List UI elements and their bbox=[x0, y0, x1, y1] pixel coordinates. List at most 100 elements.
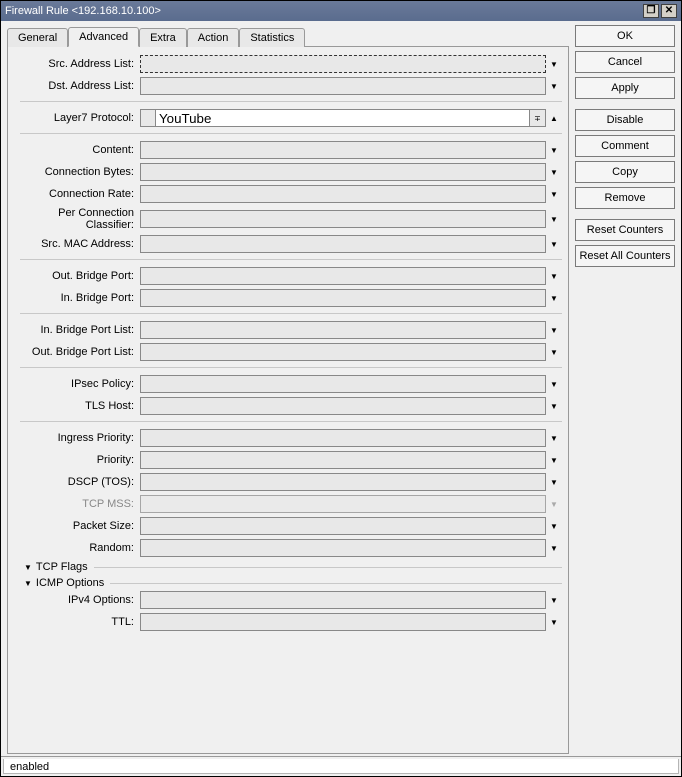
copy-button[interactable]: Copy bbox=[575, 161, 675, 183]
in-bridge-port-list-expand[interactable]: ▼ bbox=[546, 321, 562, 339]
packet-size-expand[interactable]: ▼ bbox=[546, 517, 562, 535]
priority-expand[interactable]: ▼ bbox=[546, 451, 562, 469]
layer7-protocol-input[interactable] bbox=[156, 109, 530, 127]
per-connection-classifier-label: Per Connection Classifier: bbox=[12, 207, 140, 231]
out-bridge-port-list-input[interactable] bbox=[140, 343, 546, 361]
content-label: Content: bbox=[12, 144, 140, 156]
tls-host-label: TLS Host: bbox=[12, 400, 140, 412]
random-label: Random: bbox=[12, 542, 140, 554]
out-bridge-port-label: Out. Bridge Port: bbox=[12, 270, 140, 282]
in-bridge-port-list-label: In. Bridge Port List: bbox=[12, 324, 140, 336]
window-titlebar: Firewall Rule <192.168.10.100> ❐ ✕ bbox=[1, 1, 681, 21]
content-input[interactable] bbox=[140, 141, 546, 159]
tab-extra[interactable]: Extra bbox=[139, 28, 187, 47]
src-mac-address-label: Src. MAC Address: bbox=[12, 238, 140, 250]
apply-button[interactable]: Apply bbox=[575, 77, 675, 99]
tcp-mss-expand: ▼ bbox=[546, 495, 562, 513]
status-bar: enabled bbox=[1, 756, 681, 776]
priority-input[interactable] bbox=[140, 451, 546, 469]
layer7-protocol-not-checkbox[interactable] bbox=[140, 109, 156, 127]
tab-bar: General Advanced Extra Action Statistics bbox=[7, 25, 569, 47]
content-expand[interactable]: ▼ bbox=[546, 141, 562, 159]
priority-label: Priority: bbox=[12, 454, 140, 466]
tls-host-expand[interactable]: ▼ bbox=[546, 397, 562, 415]
src-mac-address-expand[interactable]: ▼ bbox=[546, 235, 562, 253]
src-address-list-input[interactable] bbox=[140, 55, 546, 73]
icmp-options-label: ICMP Options bbox=[36, 577, 104, 589]
comment-button[interactable]: Comment bbox=[575, 135, 675, 157]
dst-address-list-label: Dst. Address List: bbox=[12, 80, 140, 92]
packet-size-label: Packet Size: bbox=[12, 520, 140, 532]
chevron-down-icon: ▼ bbox=[24, 579, 32, 588]
tab-general[interactable]: General bbox=[7, 28, 68, 47]
dst-address-list-input[interactable] bbox=[140, 77, 546, 95]
tls-host-input[interactable] bbox=[140, 397, 546, 415]
ttl-label: TTL: bbox=[12, 616, 140, 628]
reset-all-counters-button[interactable]: Reset All Counters bbox=[575, 245, 675, 267]
ingress-priority-expand[interactable]: ▼ bbox=[546, 429, 562, 447]
in-bridge-port-list-input[interactable] bbox=[140, 321, 546, 339]
tcp-mss-input bbox=[140, 495, 546, 513]
out-bridge-port-list-expand[interactable]: ▼ bbox=[546, 343, 562, 361]
remove-button[interactable]: Remove bbox=[575, 187, 675, 209]
connection-rate-input[interactable] bbox=[140, 185, 546, 203]
separator bbox=[20, 313, 562, 319]
ingress-priority-label: Ingress Priority: bbox=[12, 432, 140, 444]
src-mac-address-input[interactable] bbox=[140, 235, 546, 253]
in-bridge-port-expand[interactable]: ▼ bbox=[546, 289, 562, 307]
random-expand[interactable]: ▼ bbox=[546, 539, 562, 557]
ipsec-policy-label: IPsec Policy: bbox=[12, 378, 140, 390]
ipsec-policy-input[interactable] bbox=[140, 375, 546, 393]
per-connection-classifier-input[interactable] bbox=[140, 210, 546, 228]
ipv4-options-input[interactable] bbox=[140, 591, 546, 609]
tcp-mss-label: TCP MSS: bbox=[12, 498, 140, 510]
window-title: Firewall Rule <192.168.10.100> bbox=[5, 5, 641, 17]
connection-bytes-expand[interactable]: ▼ bbox=[546, 163, 562, 181]
ipv4-options-label: IPv4 Options: bbox=[12, 594, 140, 606]
random-input[interactable] bbox=[140, 539, 546, 557]
separator bbox=[20, 259, 562, 265]
out-bridge-port-list-label: Out. Bridge Port List: bbox=[12, 346, 140, 358]
cancel-button[interactable]: Cancel bbox=[575, 51, 675, 73]
in-bridge-port-label: In. Bridge Port: bbox=[12, 292, 140, 304]
ingress-priority-input[interactable] bbox=[140, 429, 546, 447]
chevron-down-icon: ▼ bbox=[24, 563, 32, 572]
src-address-list-label: Src. Address List: bbox=[12, 58, 140, 70]
separator bbox=[20, 421, 562, 427]
ipsec-policy-expand[interactable]: ▼ bbox=[546, 375, 562, 393]
tab-advanced[interactable]: Advanced bbox=[68, 27, 139, 47]
src-address-list-expand[interactable]: ▼ bbox=[546, 55, 562, 73]
connection-rate-expand[interactable]: ▼ bbox=[546, 185, 562, 203]
out-bridge-port-expand[interactable]: ▼ bbox=[546, 267, 562, 285]
separator bbox=[20, 367, 562, 373]
connection-rate-label: Connection Rate: bbox=[12, 188, 140, 200]
ipv4-options-expand[interactable]: ▼ bbox=[546, 591, 562, 609]
connection-bytes-input[interactable] bbox=[140, 163, 546, 181]
titlebar-close-button[interactable]: ✕ bbox=[661, 4, 677, 18]
dscp-tos-input[interactable] bbox=[140, 473, 546, 491]
tcp-flags-disclosure[interactable]: ▼ TCP Flags bbox=[24, 561, 562, 573]
dscp-tos-expand[interactable]: ▼ bbox=[546, 473, 562, 491]
layer7-protocol-dropdown[interactable]: ∓ bbox=[530, 109, 546, 127]
tab-action[interactable]: Action bbox=[187, 28, 240, 47]
connection-bytes-label: Connection Bytes: bbox=[12, 166, 140, 178]
ok-button[interactable]: OK bbox=[575, 25, 675, 47]
ttl-expand[interactable]: ▼ bbox=[546, 613, 562, 631]
disable-button[interactable]: Disable bbox=[575, 109, 675, 131]
reset-counters-button[interactable]: Reset Counters bbox=[575, 219, 675, 241]
packet-size-input[interactable] bbox=[140, 517, 546, 535]
layer7-protocol-label: Layer7 Protocol: bbox=[12, 112, 140, 124]
tab-statistics[interactable]: Statistics bbox=[239, 28, 305, 47]
in-bridge-port-input[interactable] bbox=[140, 289, 546, 307]
dscp-tos-label: DSCP (TOS): bbox=[12, 476, 140, 488]
out-bridge-port-input[interactable] bbox=[140, 267, 546, 285]
icmp-options-disclosure[interactable]: ▼ ICMP Options bbox=[24, 577, 562, 589]
status-enabled: enabled bbox=[3, 759, 679, 774]
advanced-panel: Src. Address List: ▼ Dst. Address List: … bbox=[7, 47, 569, 754]
per-connection-classifier-expand[interactable]: ▼ bbox=[546, 210, 562, 228]
separator bbox=[20, 101, 562, 107]
dst-address-list-expand[interactable]: ▼ bbox=[546, 77, 562, 95]
layer7-protocol-collapse[interactable]: ▲ bbox=[546, 109, 562, 127]
titlebar-restore-button[interactable]: ❐ bbox=[643, 4, 659, 18]
ttl-input[interactable] bbox=[140, 613, 546, 631]
